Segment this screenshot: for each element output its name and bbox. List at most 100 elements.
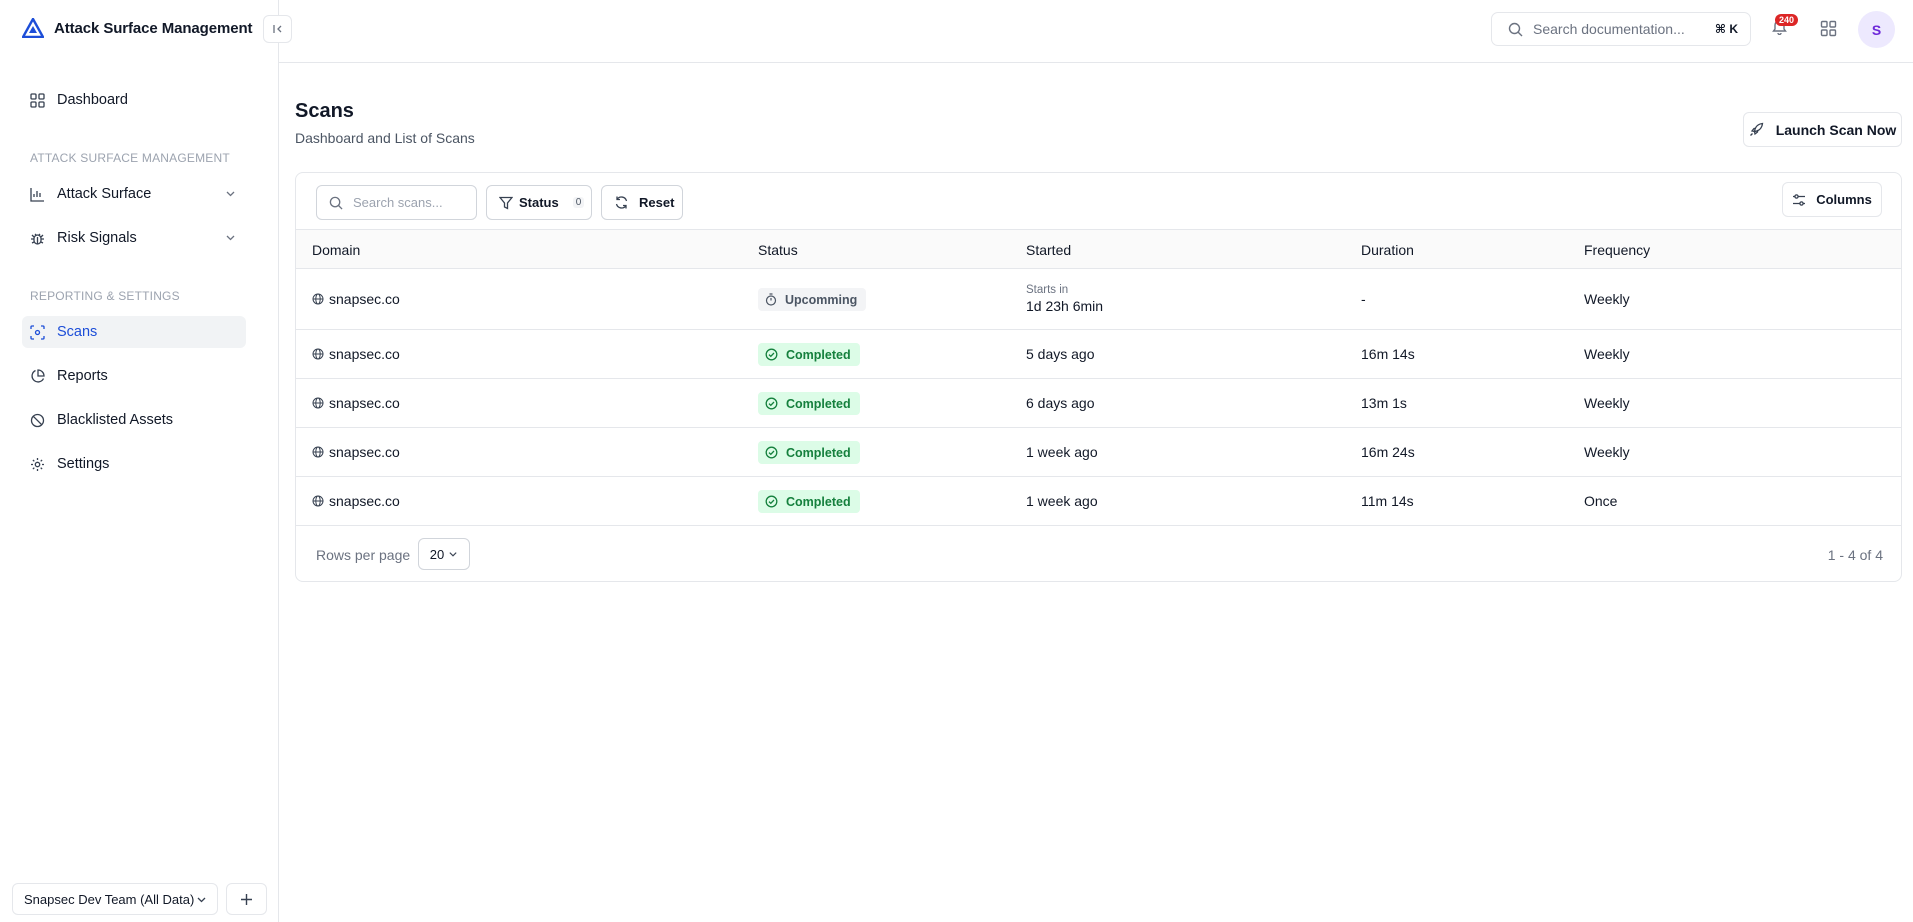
table-row[interactable]: snapsec.co Upcomming Starts in 1d 23h 6m… (296, 269, 1901, 330)
globe-icon (312, 397, 324, 409)
table-row[interactable]: snapsec.co Completed 6 days ago 13m 1s W… (296, 379, 1901, 428)
domain-name: snapsec.co (329, 395, 400, 411)
rows-per-page-value: 20 (429, 546, 445, 562)
sidebar-item-label: Scans (57, 324, 98, 340)
domain-name: snapsec.co (329, 493, 400, 509)
sidebar-item-risk-signals[interactable]: Risk Signals (22, 222, 246, 254)
logo-icon (22, 18, 44, 38)
started-prefix: Starts in (1026, 284, 1069, 296)
bug-icon (30, 231, 45, 246)
keyboard-shortcut: ⌘ K (1714, 22, 1738, 36)
status-badge: Completed (758, 343, 860, 366)
rocket-icon (1749, 122, 1764, 137)
column-header-duration[interactable]: Duration (1361, 242, 1414, 258)
plus-icon (240, 893, 253, 906)
column-header-status[interactable]: Status (758, 242, 798, 258)
filter-icon (499, 196, 513, 210)
refresh-icon (614, 195, 629, 210)
table-row[interactable]: snapsec.co Completed 1 week ago 16m 24s … (296, 428, 1901, 477)
status-cell: Completed (758, 343, 860, 366)
sidebar: Attack Surface Management Dashboard ATTA… (0, 0, 279, 922)
column-header-domain[interactable]: Domain (312, 242, 360, 258)
duration-cell: 16m 14s (1361, 346, 1415, 362)
status-cell: Completed (758, 441, 860, 464)
status-filter-count: 0 (572, 197, 585, 208)
sliders-icon (1792, 193, 1806, 207)
status-filter-label: Status (519, 195, 559, 210)
started-value: 1d 23h 6min (1026, 298, 1104, 314)
notification-badge: 240 (1775, 14, 1799, 26)
pie-chart-icon (30, 368, 45, 384)
apps-grid-icon[interactable] (1820, 20, 1837, 37)
column-header-frequency[interactable]: Frequency (1584, 242, 1650, 258)
sidebar-item-reports[interactable]: Reports (22, 360, 246, 392)
domain-cell: snapsec.co (312, 493, 400, 509)
frequency-cell: Weekly (1584, 444, 1630, 460)
check-circle-icon (765, 495, 778, 508)
sidebar-item-scans[interactable]: Scans (22, 316, 246, 348)
brand[interactable]: Attack Surface Management (22, 18, 253, 38)
domain-name: snapsec.co (329, 346, 400, 362)
status-badge-label: Completed (786, 347, 851, 362)
search-icon (329, 196, 343, 210)
duration-cell: 11m 14s (1361, 493, 1414, 509)
status-badge: Upcomming (758, 288, 867, 311)
status-badge-label: Completed (786, 396, 851, 411)
avatar[interactable]: S (1858, 11, 1895, 48)
status-filter-button[interactable]: Status 0 (486, 185, 592, 220)
frequency-cell: Once (1584, 493, 1618, 509)
status-badge: Completed (758, 490, 860, 513)
rows-per-page-select[interactable]: 20 (418, 538, 470, 570)
domain-cell: snapsec.co (312, 346, 400, 362)
chevron-down-icon (225, 232, 236, 243)
frequency-cell: Weekly (1584, 291, 1630, 307)
status-cell: Upcomming (758, 288, 867, 311)
started-cell: 5 days ago (1026, 346, 1095, 362)
reset-button[interactable]: Reset (601, 185, 683, 220)
status-badge-label: Completed (786, 494, 851, 509)
documentation-search-placeholder: Search documentation... (1533, 21, 1685, 37)
check-circle-icon (765, 397, 778, 410)
status-badge-label: Completed (786, 445, 851, 460)
sidebar-item-settings[interactable]: Settings (22, 448, 246, 480)
sidebar-item-blacklisted-assets[interactable]: Blacklisted Assets (22, 404, 246, 436)
columns-button[interactable]: Columns (1782, 182, 1882, 217)
sidebar-item-label: Dashboard (57, 92, 128, 108)
table-row[interactable]: snapsec.co Completed 1 week ago 11m 14s … (296, 477, 1901, 526)
check-circle-icon (765, 446, 778, 459)
started-cell: 6 days ago (1026, 395, 1095, 411)
domain-cell: snapsec.co (312, 291, 400, 307)
team-switcher-label: Snapsec Dev Team (All Data) (24, 891, 195, 907)
started-cell: 1 week ago (1026, 493, 1098, 509)
table-row[interactable]: snapsec.co Completed 5 days ago 16m 14s … (296, 330, 1901, 379)
globe-icon (312, 293, 324, 305)
chart-icon (30, 187, 45, 202)
sidebar-item-attack-surface[interactable]: Attack Surface (22, 178, 246, 210)
started-cell: 1 week ago (1026, 444, 1098, 460)
chevron-down-icon (448, 549, 458, 559)
domain-cell: snapsec.co (312, 444, 400, 460)
column-header-started[interactable]: Started (1026, 242, 1071, 258)
page-subtitle: Dashboard and List of Scans (295, 130, 475, 146)
launch-scan-button[interactable]: Launch Scan Now (1743, 112, 1902, 147)
sidebar-item-label: Risk Signals (57, 230, 137, 246)
sidebar-item-dashboard[interactable]: Dashboard (22, 84, 246, 116)
sidebar-item-label: Attack Surface (57, 186, 152, 202)
check-circle-icon (765, 348, 778, 361)
scans-table-card: Search scans... Status 0 Reset Columns D… (295, 172, 1902, 582)
columns-label: Columns (1816, 192, 1872, 207)
documentation-search[interactable]: Search documentation... ⌘ K (1491, 12, 1751, 46)
timer-icon (765, 293, 777, 306)
scan-icon (30, 324, 45, 340)
domain-cell: snapsec.co (312, 395, 400, 411)
pagination-range: 1 - 4 of 4 (1827, 547, 1883, 563)
launch-scan-label: Launch Scan Now (1775, 121, 1897, 138)
status-cell: Completed (758, 392, 860, 415)
duration-cell: 13m 1s (1361, 395, 1407, 411)
add-team-button[interactable] (226, 883, 267, 915)
scan-search-input[interactable]: Search scans... (316, 185, 477, 220)
team-switcher[interactable]: Snapsec Dev Team (All Data) (12, 883, 218, 915)
dashboard-icon (30, 92, 45, 108)
globe-icon (312, 495, 324, 507)
page-title: Scans (295, 100, 354, 122)
